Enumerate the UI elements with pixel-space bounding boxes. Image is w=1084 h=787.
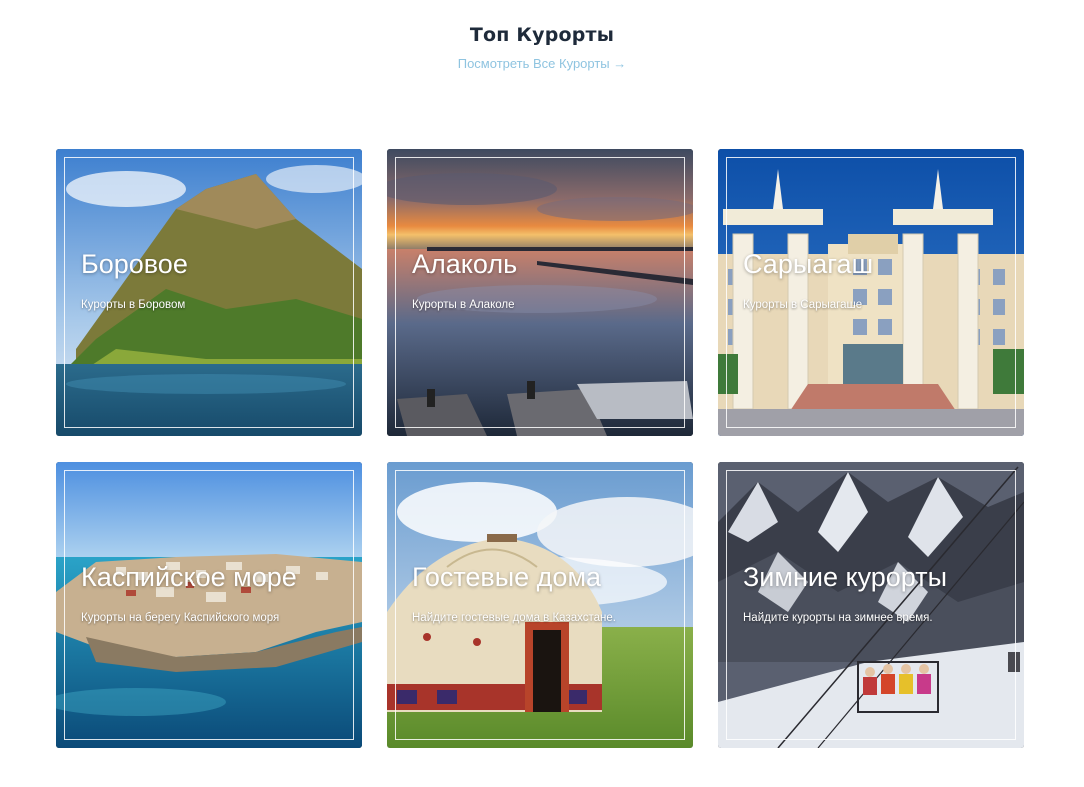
card-subtitle: Курорты в Алаколе <box>412 299 515 311</box>
card-title: Боровое <box>81 249 188 279</box>
guest-houses-image <box>387 462 693 748</box>
card-title: Каспийское море <box>81 562 297 592</box>
card-subtitle: Найдите курорты на зимнее время. <box>743 612 933 624</box>
resort-grid: Боровое Курорты в Боровом Алаколь Курорт… <box>56 149 1024 748</box>
winter-resorts-image <box>718 462 1024 748</box>
resort-card-borovoe[interactable]: Боровое Курорты в Боровом <box>56 149 362 436</box>
view-all-resorts-link[interactable]: Посмотреть Все Курорты → <box>458 56 627 71</box>
resort-card-caspian[interactable]: Каспийское море Курорты на берегу Каспий… <box>56 462 362 748</box>
resort-card-guest-houses[interactable]: Гостевые дома Найдите гостевые дома в Ка… <box>387 462 693 748</box>
card-title: Сарыагаш <box>743 249 874 279</box>
saryagash-image <box>718 149 1024 436</box>
resort-card-winter[interactable]: Зимние курорты Найдите курорты на зимнее… <box>718 462 1024 748</box>
card-title: Зимние курорты <box>743 562 948 592</box>
caspian-image <box>56 462 362 748</box>
borovoe-image <box>56 149 362 436</box>
resort-card-alakol[interactable]: Алаколь Курорты в Алаколе <box>387 149 693 436</box>
card-subtitle: Курорты в Сарыагаше <box>743 299 863 311</box>
card-subtitle: Найдите гостевые дома в Казахстане. <box>412 612 616 624</box>
resort-card-saryagash[interactable]: Сарыагаш Курорты в Сарыагаше <box>718 149 1024 436</box>
card-title: Гостевые дома <box>412 562 602 592</box>
card-subtitle: Курорты на берегу Каспийского моря <box>81 612 280 624</box>
alakol-image <box>387 149 693 436</box>
card-subtitle: Курорты в Боровом <box>81 299 186 311</box>
section-title: Топ Курорты <box>469 24 615 46</box>
section-header: Топ Курорты Посмотреть Все Курорты → <box>0 24 1084 73</box>
card-title: Алаколь <box>412 249 518 279</box>
